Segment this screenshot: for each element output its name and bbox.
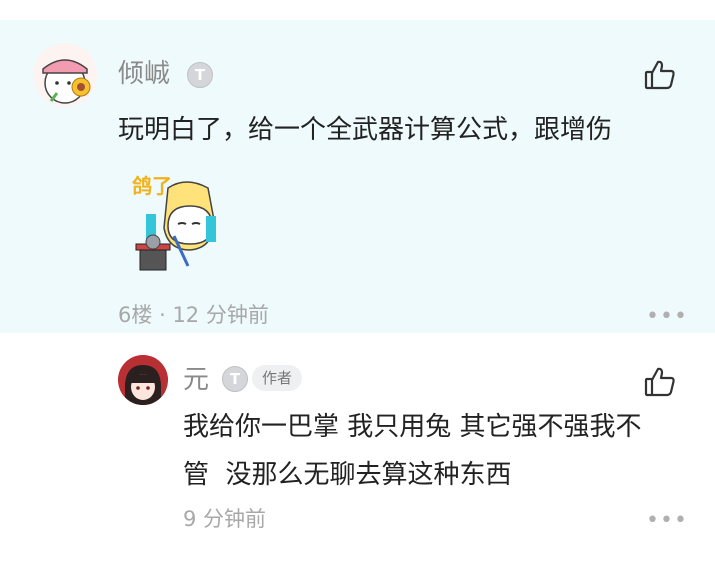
reply-time: 9 分钟前 — [183, 507, 267, 531]
floor-number: 6楼 — [118, 303, 153, 327]
author-tag: 作者 — [252, 365, 303, 391]
like-icon[interactable] — [643, 58, 677, 92]
like-icon[interactable] — [643, 365, 677, 399]
comment-text: 玩明白了，给一个全武器计算公式，跟增伤 — [118, 115, 613, 145]
sticker-image: 鸽了 — [128, 170, 228, 278]
commenter-avatar[interactable] — [33, 43, 97, 107]
meta-separator: · — [159, 303, 166, 327]
sticker-caption: 鸽了 — [132, 174, 172, 198]
replier-avatar[interactable] — [118, 355, 168, 405]
reply-text-line-2: 管 没那么无聊去算这种东西 — [183, 460, 512, 490]
commenter-name[interactable]: 倾峸 — [118, 61, 170, 87]
more-options-icon[interactable]: ••• — [646, 306, 688, 328]
comment-meta: 6楼 · 12 分钟前 — [118, 305, 269, 326]
comment-time: 12 分钟前 — [172, 303, 269, 327]
comment-card — [0, 20, 715, 333]
replier-name[interactable]: 元 — [183, 367, 209, 393]
level-badge-text: T — [229, 370, 241, 388]
level-badge-text: T — [194, 66, 206, 84]
level-badge-icon: T — [222, 366, 248, 392]
reply-text-line-1: 我给你一巴掌 我只用兔 其它强不强我不 — [183, 412, 642, 442]
level-badge-icon: T — [187, 62, 213, 88]
more-options-icon[interactable]: ••• — [646, 510, 688, 532]
